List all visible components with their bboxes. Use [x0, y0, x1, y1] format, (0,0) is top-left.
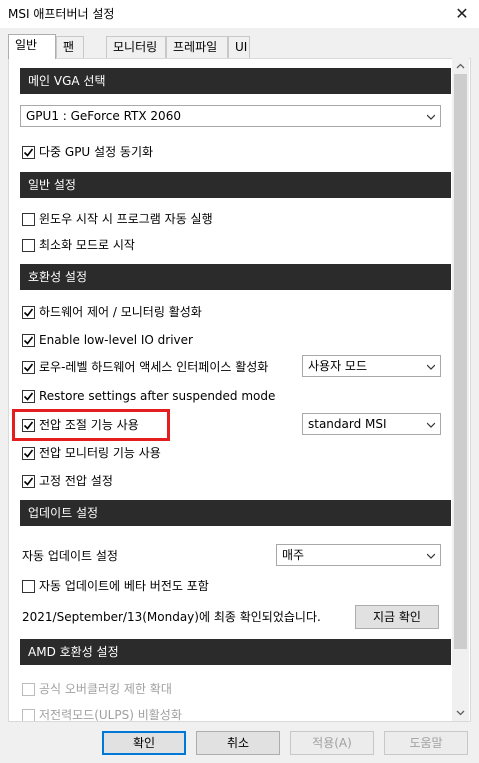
- tab-strip: 일반 팬 모니터링 프레파일 UI: [0, 34, 479, 59]
- close-icon[interactable]: ✕: [448, 2, 476, 26]
- checkbox-label: 로우-레벨 하드웨어 액세스 인터페이스 활성화: [39, 360, 269, 374]
- checkbox-label: 윈도우 시작 시 프로그램 자동 실행: [39, 212, 213, 226]
- check-icon: [23, 392, 34, 401]
- section-main-vga: 메인 VGA 선택: [20, 68, 451, 94]
- cancel-button[interactable]: 취소: [196, 731, 280, 755]
- chevron-down-icon: [427, 364, 435, 370]
- check-icon: [23, 363, 34, 372]
- auto-update-label: 자동 업데이트 설정: [22, 549, 118, 563]
- help-button[interactable]: 도움말: [384, 731, 468, 755]
- checkbox-label: 공식 오버클러킹 제한 확대: [39, 682, 172, 696]
- scroll-down-icon[interactable]: [452, 704, 469, 721]
- access-mode-select[interactable]: 사용자 모드: [302, 355, 441, 377]
- checkbox-label: 하드웨어 제어 / 모니터링 활성화: [39, 305, 202, 319]
- checkbox-label: 최소화 모드로 시작: [39, 238, 135, 252]
- tab-ui[interactable]: UI: [228, 36, 250, 58]
- gpu-select[interactable]: GPU1 : GeForce RTX 2060: [20, 105, 441, 127]
- check-icon: [23, 336, 34, 345]
- check-icon: [23, 148, 34, 157]
- ok-button[interactable]: 확인: [102, 731, 186, 755]
- auto-update-value: 매주: [282, 548, 305, 562]
- checkbox-box[interactable]: [22, 213, 35, 226]
- apply-button[interactable]: 적용(A): [290, 731, 374, 755]
- checkbox-box[interactable]: [22, 447, 35, 460]
- checkbox-box[interactable]: [22, 361, 35, 374]
- checkbox-label: Restore settings after suspended mode: [39, 389, 276, 403]
- tab-general[interactable]: 일반: [8, 34, 56, 59]
- voltage-mode-select[interactable]: standard MSI: [302, 413, 441, 435]
- title-bar: MSI 애프터버너 설정 ✕: [0, 0, 479, 28]
- window-title: MSI 애프터버너 설정: [8, 7, 115, 21]
- voltage-mode-value: standard MSI: [308, 417, 387, 431]
- section-update: 업데이트 설정: [20, 500, 451, 526]
- gpu-select-value: GPU1 : GeForce RTX 2060: [26, 109, 181, 123]
- section-compatibility: 호환성 설정: [20, 264, 451, 290]
- vertical-scrollbar[interactable]: [452, 58, 469, 721]
- tab-fan[interactable]: 팬: [56, 36, 84, 58]
- chevron-down-icon: [427, 114, 435, 120]
- section-amd: AMD 호환성 설정: [20, 639, 451, 665]
- access-mode-value: 사용자 모드: [308, 359, 368, 373]
- checkbox-box[interactable]: [22, 580, 35, 593]
- checkbox-box[interactable]: [22, 306, 35, 319]
- chevron-down-icon: [427, 422, 435, 428]
- checkbox-label: 자동 업데이트에 베타 버전도 포함: [39, 579, 209, 593]
- last-check-text: 2021/September/13(Monday)에 최종 확인되었습니다.: [22, 610, 321, 624]
- checkbox-label: 저전력모드(ULPS) 비활성화: [39, 708, 182, 721]
- scrollbar-thumb[interactable]: [454, 74, 467, 649]
- checkbox-label: Enable low-level IO driver: [39, 333, 193, 347]
- check-now-button[interactable]: 지금 확인: [355, 605, 439, 629]
- settings-scroll-area: 메인 VGA 선택 GPU1 : GeForce RTX 2060 다중 GPU…: [9, 59, 454, 721]
- chevron-down-icon: [427, 553, 435, 559]
- checkbox-label: 고정 전압 설정: [39, 474, 113, 488]
- checkbox-box[interactable]: [22, 334, 35, 347]
- checkbox-box[interactable]: [22, 146, 35, 159]
- tab-profile[interactable]: 프레파일: [166, 36, 228, 58]
- check-icon: [23, 477, 34, 486]
- voltage-control-highlight: [12, 409, 170, 441]
- general-tab-panel: 메인 VGA 선택 GPU1 : GeForce RTX 2060 다중 GPU…: [8, 58, 471, 722]
- checkbox-box[interactable]: [22, 709, 35, 721]
- checkbox-box[interactable]: [22, 390, 35, 403]
- checkbox-box[interactable]: [22, 239, 35, 252]
- check-icon: [23, 449, 34, 458]
- checkbox-box[interactable]: [22, 475, 35, 488]
- auto-update-select[interactable]: 매주: [276, 544, 441, 566]
- checkbox-box[interactable]: [22, 683, 35, 696]
- checkbox-label: 전압 모니터링 기능 사용: [39, 446, 161, 460]
- tab-monitoring[interactable]: 모니터링: [106, 36, 166, 58]
- check-icon: [23, 308, 34, 317]
- checkbox-label: 다중 GPU 설정 동기화: [39, 145, 154, 159]
- settings-window: MSI 애프터버너 설정 ✕ 일반 팬 모니터링 프레파일 UI 메인 VGA …: [0, 0, 479, 763]
- section-general: 일반 설정: [20, 172, 451, 198]
- scroll-up-icon[interactable]: [452, 58, 469, 75]
